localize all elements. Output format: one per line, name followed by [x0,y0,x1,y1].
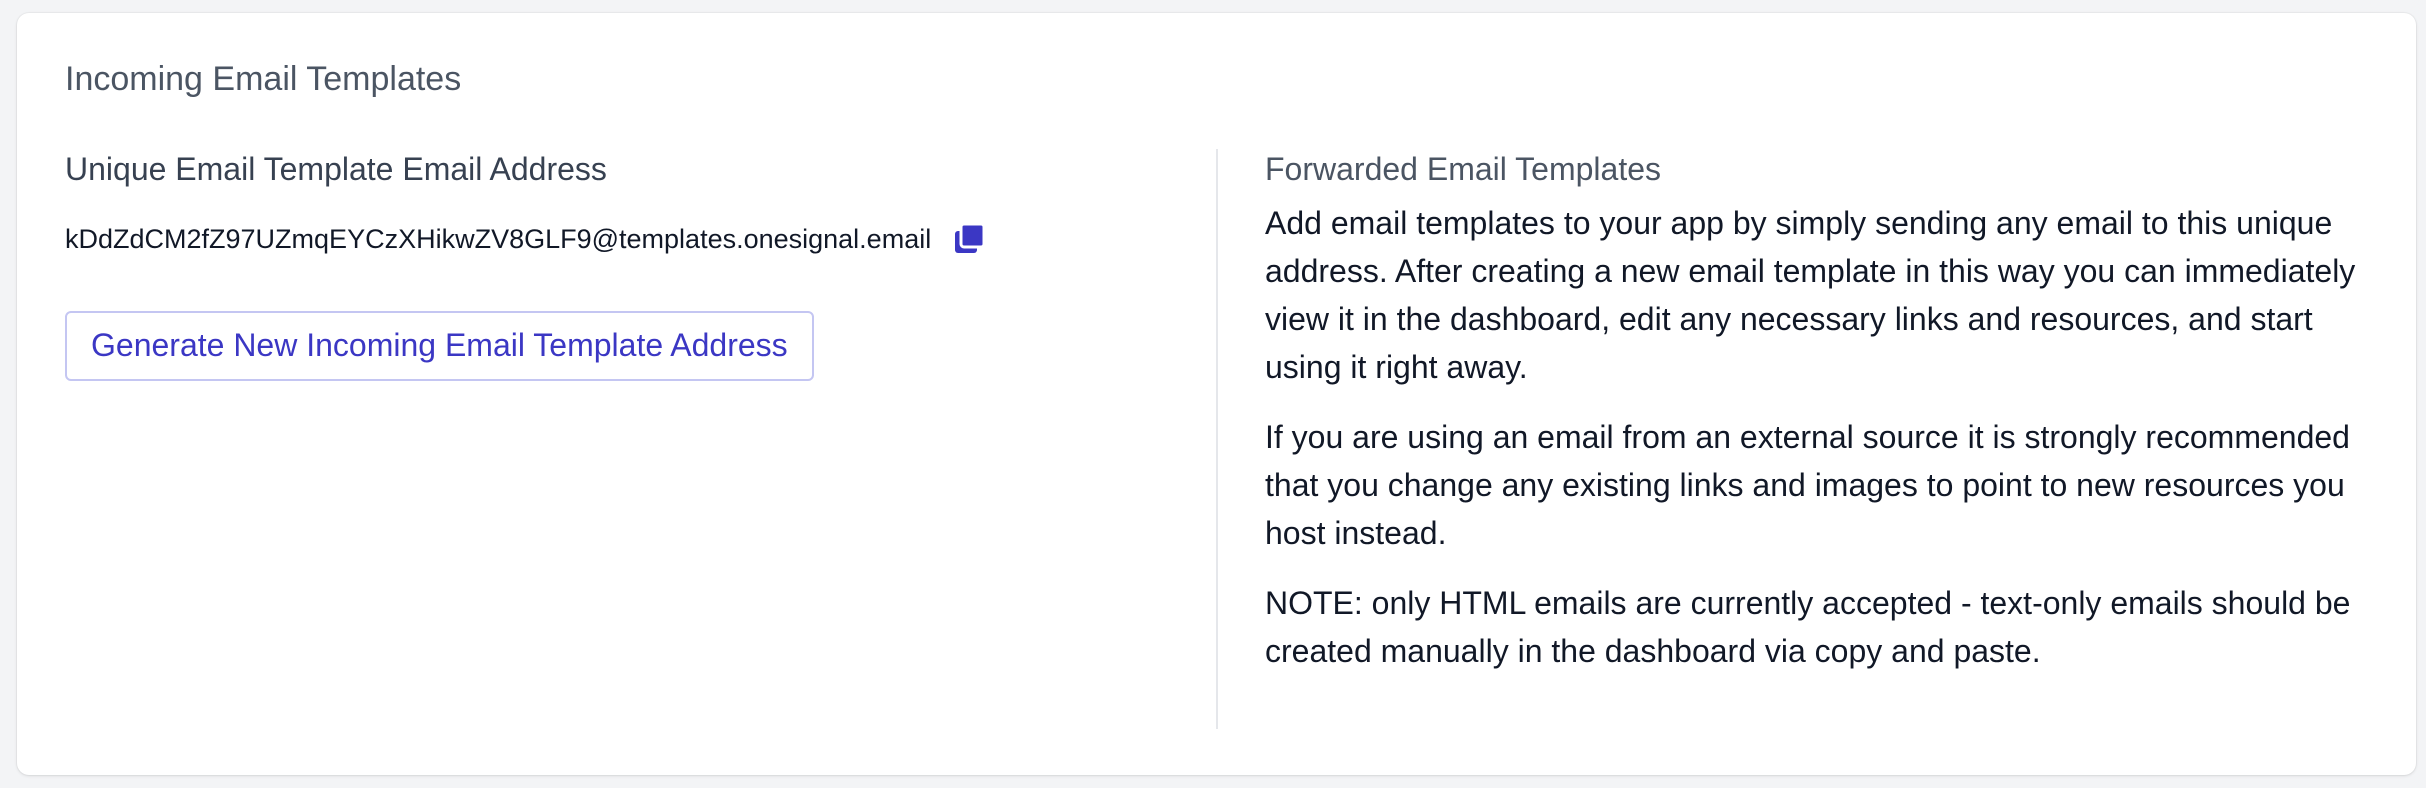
generate-new-address-button[interactable]: Generate New Incoming Email Template Add… [65,310,814,381]
description-paragraph: Add email templates to your app by simpl… [1265,204,2356,385]
note-paragraph: NOTE: only HTML emails are currently acc… [1265,584,2351,669]
unique-address-section: Unique Email Template Email Address kDdZ… [65,149,1195,381]
column-divider [1216,149,1218,729]
template-email-address[interactable]: kDdZdCM2fZ97UZmqEYCzXHikwZV8GLF9@templat… [65,219,931,259]
incoming-email-templates-card: Incoming Email Templates Unique Email Te… [17,13,2416,775]
forwarded-templates-label: Forwarded Email Templates [1265,151,1662,187]
forwarded-templates-section: Forwarded Email Templates Add email temp… [1265,149,2395,675]
copy-icon[interactable] [953,222,987,256]
address-row: kDdZdCM2fZ97UZmqEYCzXHikwZV8GLF9@templat… [65,219,1195,259]
card-title: Incoming Email Templates [65,60,462,98]
recommendation-paragraph: If you are using an email from an extern… [1265,418,2350,551]
copy-icon-graphic [955,222,986,253]
unique-address-label: Unique Email Template Email Address [65,151,607,187]
